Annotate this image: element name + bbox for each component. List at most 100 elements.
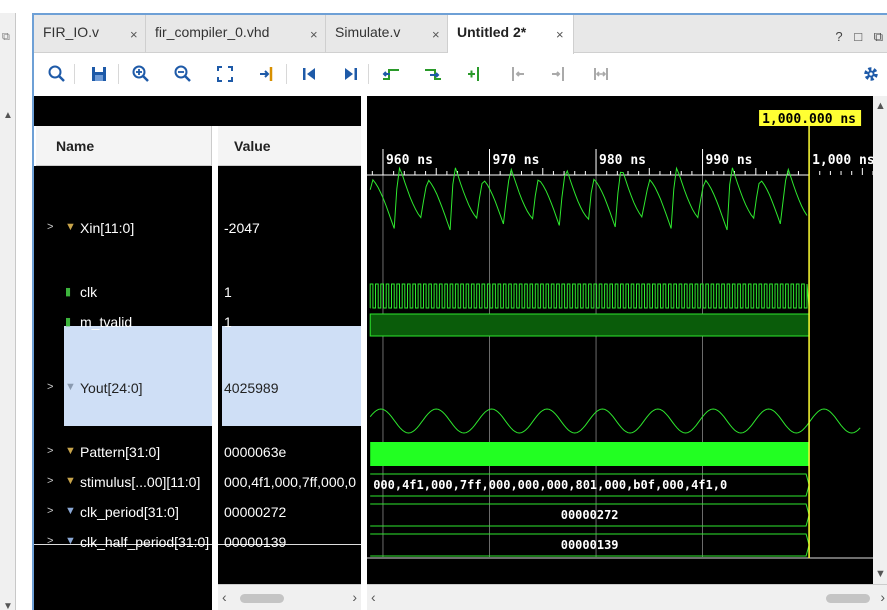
scroll-left-arrow[interactable]: ‹ <box>222 589 227 605</box>
signal-row-clk[interactable]: ▮ clk <box>34 282 212 304</box>
scroll-right-arrow[interactable]: › <box>880 589 885 605</box>
bit-icon: ▮ <box>65 286 72 298</box>
expand-icon[interactable]: > <box>47 535 53 547</box>
expand-icon[interactable]: > <box>47 475 53 487</box>
scrollbar-thumb[interactable] <box>826 594 870 603</box>
time-tick-label: 980 ns <box>599 153 646 168</box>
waveform-canvas[interactable]: 960 ns 970 ns 980 ns 990 ns 1,000 ns 1,000.00… <box>367 96 873 584</box>
signal-value-list: -2047 1 1 4025989 0000063e 000,4f1,000,7… <box>218 166 361 584</box>
tab-fir-compiler[interactable]: fir_compiler_0.vhd × <box>146 15 326 53</box>
search-icon[interactable] <box>46 63 68 85</box>
tab-fir-io[interactable]: FIR_IO.v × <box>34 15 146 53</box>
go-to-end-icon[interactable] <box>340 63 362 85</box>
bit-icon: ▮ <box>65 316 72 328</box>
value-clk-half-period: 00000139 <box>224 534 287 550</box>
signal-row-m-tvalid[interactable]: ▮ m_tvalid <box>34 312 212 334</box>
waveform-svg[interactable]: 960 ns 970 ns 980 ns 990 ns 1,000 ns 1,000.00… <box>367 96 873 584</box>
value-horizontal-scrollbar[interactable]: ‹ › <box>218 584 361 610</box>
next-transition-icon[interactable] <box>422 63 444 85</box>
editor-frame: FIR_IO.v × fir_compiler_0.vhd × Simulate… <box>32 13 887 610</box>
window-controls: ? □ ⧉ <box>827 29 883 45</box>
waveform-horizontal-scrollbar[interactable]: ‹ › <box>367 584 887 610</box>
gear-icon[interactable] <box>860 63 882 85</box>
clk-period-bus-label: 00000272 <box>561 508 619 522</box>
close-icon[interactable]: × <box>310 27 318 42</box>
value-clk: 1 <box>224 284 232 300</box>
value-yout: 4025989 <box>224 380 279 396</box>
clk-wave <box>369 283 810 309</box>
time-tick-label: 970 ns <box>493 153 540 168</box>
xin-wave <box>369 166 808 231</box>
parameter-icon: ▼ <box>65 535 76 547</box>
expand-icon[interactable]: > <box>47 381 53 393</box>
expand-icon[interactable]: > <box>47 505 53 517</box>
zoom-in-icon[interactable] <box>130 63 152 85</box>
header-spacer <box>34 96 361 126</box>
tab-untitled-2[interactable]: Untitled 2* × <box>448 15 574 54</box>
signal-row-clk-half-period[interactable]: > ▼ clk_half_period[31:0] <box>34 532 212 554</box>
swap-cursors-icon[interactable] <box>590 63 612 85</box>
m-tvalid-wave <box>369 313 810 337</box>
tab-label: Untitled 2* <box>457 24 527 40</box>
signal-row-clk-period[interactable]: > ▼ clk_period[31:0] <box>34 502 212 524</box>
signal-row-xin[interactable]: > ▼ Xin[11:0] <box>34 218 212 240</box>
previous-transition-icon[interactable] <box>380 63 402 85</box>
parameter-icon: ▼ <box>65 505 76 517</box>
tab-label: Simulate.v <box>335 24 401 40</box>
tab-label: FIR_IO.v <box>43 24 100 40</box>
add-marker-icon[interactable] <box>464 63 486 85</box>
zoom-fit-icon[interactable] <box>214 63 236 85</box>
waveform-window: ⧉ ▲ ▼ FIR_IO.v × fir_compiler_0.vhd × Si… <box>0 0 887 610</box>
stimulus-bus-label: 000,4f1,000,7ff,000,000,000,801,000,b0f,… <box>373 478 727 492</box>
expand-icon[interactable]: > <box>47 221 53 233</box>
value-stimulus: 000,4f1,000,7ff,000,0 <box>224 474 357 490</box>
selection-highlight <box>222 326 361 426</box>
minimize-icon[interactable]: □ <box>854 29 862 44</box>
scroll-up-arrow[interactable]: ▲ <box>3 110 13 121</box>
time-tick-label: 1,000 ns <box>812 153 873 168</box>
scroll-right-arrow[interactable]: › <box>352 589 357 605</box>
next-marker-icon[interactable] <box>548 63 570 85</box>
restore-icon[interactable]: ⧉ <box>2 31 10 44</box>
tab-bar: FIR_IO.v × fir_compiler_0.vhd × Simulate… <box>34 15 887 54</box>
close-icon[interactable]: × <box>432 27 440 42</box>
scrollbar-thumb[interactable] <box>240 594 284 603</box>
value-m-tvalid: 1 <box>224 314 232 330</box>
value-clk-period: 00000272 <box>224 504 287 520</box>
scroll-left-arrow[interactable]: ‹ <box>371 589 376 605</box>
name-column-header[interactable]: Name <box>36 126 212 166</box>
expand-icon[interactable]: > <box>47 445 53 457</box>
go-to-cursor-icon[interactable] <box>256 63 278 85</box>
previous-marker-icon[interactable] <box>506 63 528 85</box>
waveform-vertical-scrollbar[interactable]: ▲ ▼ <box>873 96 887 584</box>
zoom-out-icon[interactable] <box>172 63 194 85</box>
selection-highlight <box>64 326 212 426</box>
scroll-down-arrow[interactable]: ▼ <box>3 601 13 610</box>
scroll-down-arrow[interactable]: ▼ <box>875 568 886 580</box>
signal-row-yout[interactable]: > ▼ Yout[24:0] <box>34 378 212 400</box>
time-tick-label: 990 ns <box>706 153 753 168</box>
pattern-wave <box>370 442 810 466</box>
signal-name-list: > ▼ Xin[11:0] ▮ clk ▮ m_tvalid > ▼ Yout[… <box>34 166 212 584</box>
close-icon[interactable]: × <box>130 27 138 42</box>
time-tick-label: 960 ns <box>386 153 433 168</box>
value-xin: -2047 <box>224 220 260 236</box>
help-icon[interactable]: ? <box>835 29 842 44</box>
tab-label: fir_compiler_0.vhd <box>155 24 270 40</box>
go-to-start-icon[interactable] <box>298 63 320 85</box>
value-column-header[interactable]: Value <box>218 126 361 166</box>
close-icon[interactable]: × <box>556 27 564 42</box>
yout-wave <box>369 408 861 434</box>
signal-row-pattern[interactable]: > ▼ Pattern[31:0] <box>34 442 212 464</box>
restore-icon[interactable]: ⧉ <box>874 29 883 44</box>
name-scroll-area <box>34 584 212 610</box>
left-panel-edge: ⧉ ▲ ▼ <box>0 13 16 610</box>
clk-half-period-bus-label: 00000139 <box>561 538 619 552</box>
tab-simulate[interactable]: Simulate.v × <box>326 15 448 53</box>
value-pattern: 0000063e <box>224 444 287 460</box>
cursor-time-label: 1,000.000 ns <box>762 112 856 127</box>
scroll-up-arrow[interactable]: ▲ <box>875 100 886 112</box>
waveform-toolbar <box>34 54 887 96</box>
save-icon[interactable] <box>88 63 110 85</box>
signal-row-stimulus[interactable]: > ▼ stimulus[...00][11:0] <box>34 472 212 494</box>
